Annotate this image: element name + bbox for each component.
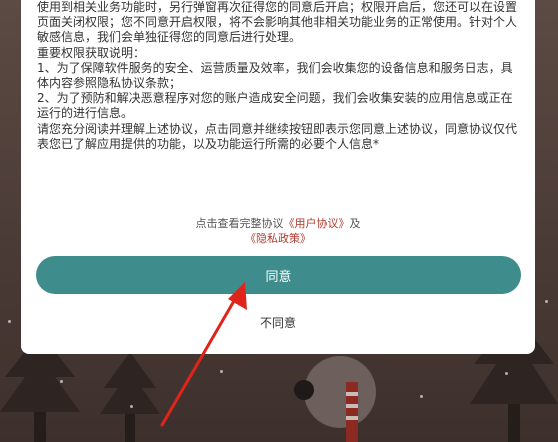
consent-paragraph: 2、为了预防和解决恶意程序对您的账户造成安全问题，我们会收集安装的应用信息或正在… [37,91,513,121]
snowman-illustration [294,356,376,442]
agree-button[interactable]: 同意 [36,256,521,294]
snowflake [60,380,63,383]
snowflake [545,300,548,303]
consent-paragraph: 1、为了保障软件服务的安全、运营质量及效率，我们会收集您的设备信息和服务日志，具… [37,60,513,91]
links-prefix: 点击查看完整协议 [195,217,284,230]
privacy-consent-dialog: 使用到相关业务功能时，另行弹窗再次征得您的同意后开启；权限开启后，您还可以在设置… [21,0,535,354]
snowflake [130,405,133,408]
snowflake [505,372,508,375]
snowflake [420,395,423,398]
red-arrow-annotation [160,282,247,427]
consent-paragraph: 使用到相关业务功能时，另行弹窗再次征得您的同意后开启；权限开启后，您还可以在设置… [37,0,518,45]
privacy-policy-link[interactable]: 《隐私政策》 [245,232,311,245]
consent-paragraph: 请您充分阅读并理解上述协议，点击同意并继续按钮即表示您同意上述协议，同意协议仅代… [37,121,518,151]
agreement-links: 点击查看完整协议《用户协议》及 《隐私政策》 [21,216,535,246]
links-and: 及 [349,217,361,230]
disagree-button[interactable]: 不同意 [21,313,535,333]
snowflake [8,320,11,323]
consent-body: 使用到相关业务功能时，另行弹窗再次征得您的同意后开启；权限开启后，您还可以在设置… [37,0,523,152]
consent-paragraph: 重要权限获取说明： [37,45,146,60]
user-agreement-link[interactable]: 《用户协议》 [284,217,350,230]
